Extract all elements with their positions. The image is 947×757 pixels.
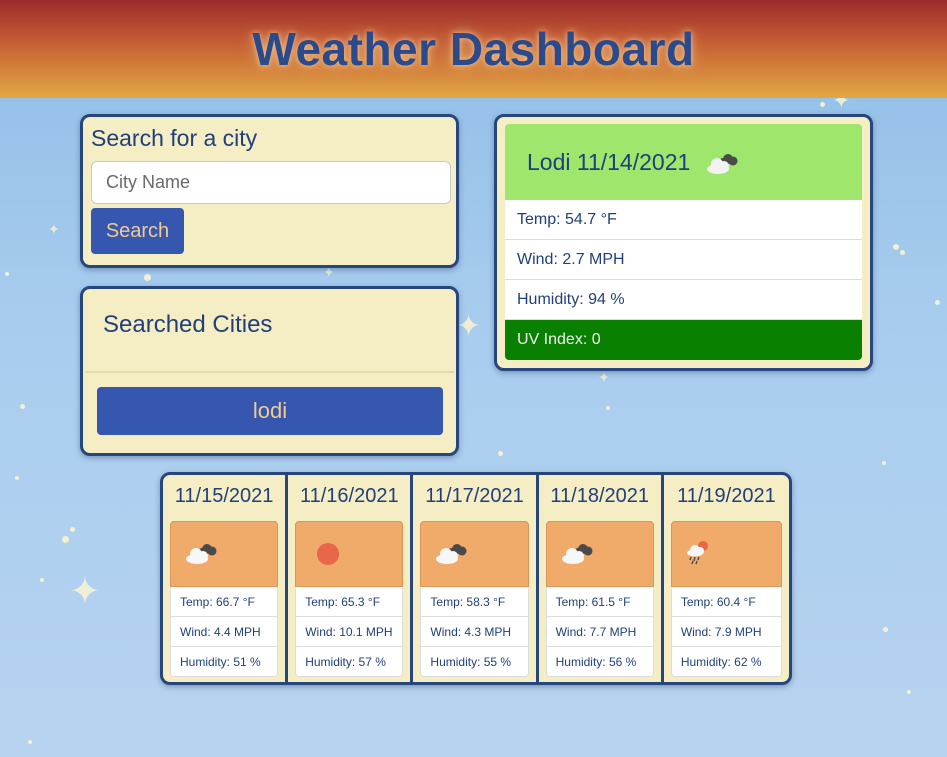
broken-clouds-icon [561, 544, 593, 564]
forecast-humidity: Humidity: 57 % [295, 647, 404, 677]
current-uv-index: UV Index: 0 [505, 320, 862, 360]
forecast-humidity: Humidity: 56 % [545, 647, 654, 677]
search-button[interactable]: Search [91, 208, 184, 254]
forecast-card: 11/17/2021 Temp: 58.3 °F Wind: 4.3 MPH H… [413, 475, 539, 682]
forecast-humidity: Humidity: 51 % [170, 647, 279, 677]
forecast-wind: Wind: 4.4 MPH [170, 617, 279, 647]
app-header: Weather Dashboard [0, 0, 947, 98]
forecast-icon-box [545, 521, 654, 587]
forecast-date: 11/15/2021 [174, 485, 274, 507]
forecast-wind: Wind: 10.1 MPH [295, 617, 404, 647]
forecast-date: 11/18/2021 [550, 485, 650, 507]
current-wind: Wind: 2.7 MPH [505, 240, 862, 280]
forecast-temp: Temp: 60.4 °F [670, 587, 782, 617]
page-title: Weather Dashboard [252, 23, 695, 75]
broken-clouds-icon [436, 544, 467, 564]
forecast-icon-box [170, 521, 279, 587]
history-city-button[interactable]: lodi [97, 387, 443, 435]
forecast-temp: Temp: 65.3 °F [295, 587, 404, 617]
forecast-humidity: Humidity: 55 % [420, 647, 529, 677]
forecast-card: 11/19/2021 Temp: 60.4 °F Wind: 7.9 MPH H… [664, 475, 789, 682]
forecast-temp: Temp: 61.5 °F [545, 587, 654, 617]
current-weather-panel: Lodi 11/14/2021 Temp: 54.7 °F Wind: 2.7 … [494, 114, 873, 371]
forecast-wind: Wind: 7.7 MPH [545, 617, 654, 647]
history-list: lodi [85, 371, 454, 435]
search-panel: Search for a city Search [80, 114, 459, 268]
forecast-icon-box [420, 521, 529, 587]
search-label: Search for a city [91, 125, 258, 151]
forecast-date: 11/17/2021 [425, 485, 524, 507]
forecast-date: 11/16/2021 [299, 485, 399, 507]
forecast-temp: Temp: 58.3 °F [420, 587, 529, 617]
broken-clouds-icon [186, 544, 217, 564]
forecast-card: 11/16/2021 Temp: 65.3 °F Wind: 10.1 MPH … [288, 475, 414, 682]
five-day-forecast: 11/15/2021 Temp: 66.7 °F Wind: 4.4 MPH H… [160, 472, 792, 685]
forecast-date: 11/19/2021 [677, 485, 776, 507]
forecast-temp: Temp: 66.7 °F [170, 587, 279, 617]
forecast-card: 11/18/2021 Temp: 61.5 °F Wind: 7.7 MPH H… [539, 475, 664, 682]
forecast-wind: Wind: 4.3 MPH [420, 617, 529, 647]
forecast-icon-box [670, 521, 782, 587]
current-humidity: Humidity: 94 % [505, 280, 862, 320]
forecast-wind: Wind: 7.9 MPH [670, 617, 782, 647]
current-city-date: Lodi 11/14/2021 [527, 148, 691, 175]
city-search-input[interactable] [91, 161, 451, 204]
history-panel: Searched Cities lodi [80, 286, 459, 456]
sun-icon [317, 543, 340, 565]
forecast-humidity: Humidity: 62 % [670, 647, 782, 677]
forecast-card: 11/15/2021 Temp: 66.7 °F Wind: 4.4 MPH H… [163, 475, 289, 682]
forecast-icon-box [295, 521, 404, 587]
current-temp: Temp: 54.7 °F [505, 200, 862, 240]
broken-clouds-icon [704, 150, 738, 174]
rain-sun-icon [686, 541, 708, 565]
current-weather-header: Lodi 11/14/2021 [505, 124, 862, 200]
history-title: Searched Cities [103, 311, 273, 338]
